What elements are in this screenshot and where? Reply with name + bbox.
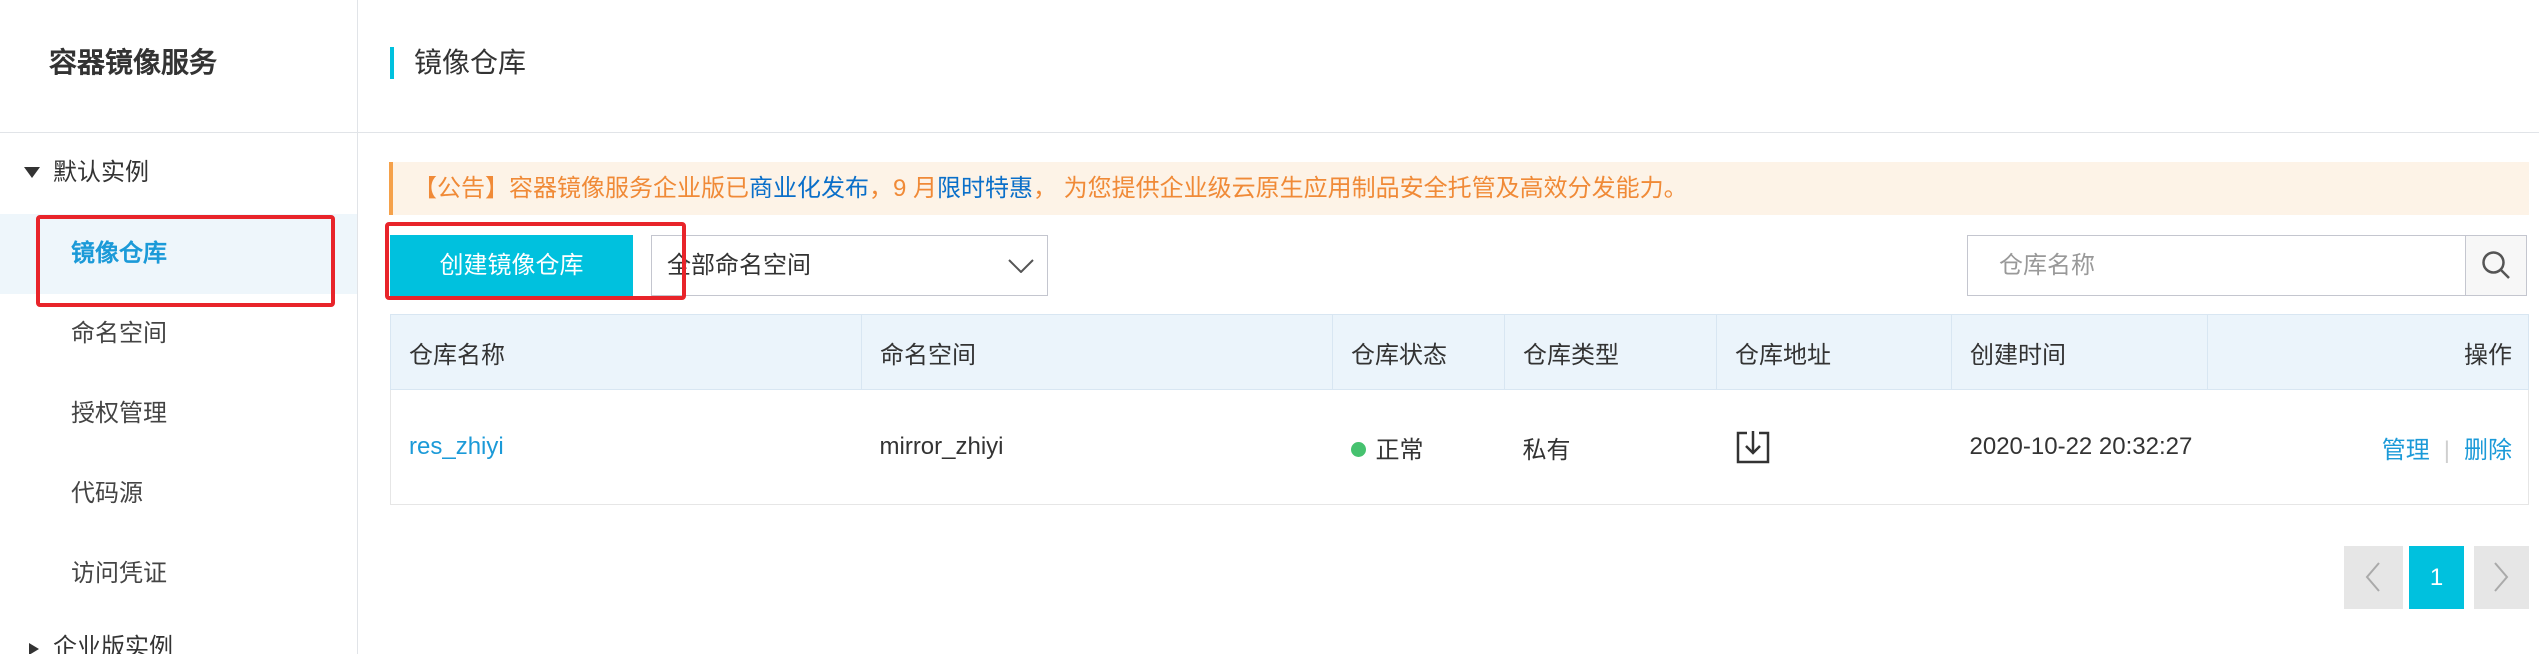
repository-table: 仓库名称 命名空间 仓库状态 仓库类型 仓库地址 创建时间 操作 res_zhi…: [390, 314, 2529, 505]
sidebar-item-namespaces[interactable]: 命名空间: [0, 294, 357, 374]
manage-link[interactable]: 管理: [2382, 437, 2430, 464]
instance-group-label: 默认实例: [53, 159, 149, 186]
cell-repository-name: res_zhiyi: [390, 389, 862, 505]
cell-type: 私有: [1504, 389, 1717, 505]
sidebar-item-authorization[interactable]: 授权管理: [0, 374, 357, 454]
status-ok-dot: [1350, 441, 1366, 457]
instance-group-label: 企业版实例: [53, 634, 173, 654]
search-icon: [2482, 251, 2510, 279]
cell-actions: 管理 | 删除: [2207, 389, 2529, 505]
column-header-created-at: 创建时间: [1951, 314, 2208, 390]
status-text: 正常: [1375, 436, 1424, 464]
cell-created-at: 2020-10-22 20:32:27: [1951, 389, 2208, 505]
namespace-select[interactable]: 全部命名空间: [651, 235, 1048, 296]
namespace-select-value: 全部命名空间: [667, 252, 811, 279]
download-icon[interactable]: [1735, 429, 1771, 465]
column-header-repository-name: 仓库名称: [390, 314, 862, 390]
sidebar-item-access-credentials[interactable]: 访问凭证: [0, 534, 357, 614]
product-title: 容器镜像服务: [49, 47, 218, 78]
pagination-page-current[interactable]: 1: [2409, 546, 2464, 609]
caret-down-icon: [24, 167, 40, 178]
column-header-actions: 操作: [2207, 314, 2529, 390]
column-header-type: 仓库类型: [1504, 314, 1717, 390]
pagination-next-button[interactable]: [2474, 546, 2529, 609]
column-header-status: 仓库状态: [1332, 314, 1505, 390]
cell-status: 正常: [1332, 389, 1505, 505]
sidebar-item-label: 访问凭证: [71, 560, 167, 587]
announcement-banner: 【公告】容器镜像服务企业版已商业化发布，9 月限时特惠， 为您提供企业级云原生应…: [389, 162, 2529, 215]
title-accent-bar: [390, 47, 394, 79]
sidebar-item-code-source[interactable]: 代码源: [0, 454, 357, 534]
pagination-prev-button[interactable]: [2344, 546, 2403, 609]
sidebar-item-label: 授权管理: [71, 400, 167, 427]
sidebar-header: 容器镜像服务: [0, 0, 357, 133]
column-header-namespace: 命名空间: [861, 314, 1333, 390]
repository-search-input[interactable]: [1967, 235, 2466, 296]
cell-namespace: mirror_zhiyi: [861, 389, 1333, 505]
page-title: 镜像仓库: [414, 47, 527, 78]
delete-link[interactable]: 删除: [2464, 437, 2512, 464]
repository-name-link[interactable]: res_zhiyi: [409, 433, 504, 460]
chevron-left-icon: [2365, 562, 2380, 592]
page-header: 镜像仓库: [358, 0, 2539, 133]
sidebar: 容器镜像服务 默认实例 镜像仓库 命名空间 授权管理 代码源 访问凭证 企业版实…: [0, 0, 358, 654]
sidebar-item-label: 镜像仓库: [71, 240, 167, 267]
chevron-down-icon: [1008, 259, 1034, 273]
create-repository-button[interactable]: 创建镜像仓库: [390, 235, 633, 296]
search-button[interactable]: [2465, 235, 2527, 296]
instance-group-enterprise[interactable]: 企业版实例: [0, 614, 357, 654]
main-content: 镜像仓库 【公告】容器镜像服务企业版已商业化发布，9 月限时特惠， 为您提供企业…: [358, 0, 2539, 654]
announcement-text: ，9 月: [869, 175, 938, 202]
instance-group-default[interactable]: 默认实例: [0, 145, 357, 201]
table-row: res_zhiyi mirror_zhiyi 正常 私有 2020-10-22 …: [390, 389, 2529, 505]
cell-address: [1716, 389, 1952, 505]
announcement-promo-link[interactable]: 限时特惠: [937, 175, 1033, 202]
announcement-text: 【公告】容器镜像服务企业版已: [413, 175, 749, 202]
announcement-text: ， 为您提供企业级云原生应用制品安全托管及高效分发能力。: [1033, 175, 1688, 202]
chevron-right-icon: [2494, 562, 2509, 592]
announcement-release-link[interactable]: 商业化发布: [749, 175, 869, 202]
table-header-row: 仓库名称 命名空间 仓库状态 仓库类型 仓库地址 创建时间 操作: [390, 314, 2529, 390]
sidebar-item-label: 代码源: [71, 480, 143, 507]
column-header-address: 仓库地址: [1716, 314, 1952, 390]
caret-right-icon: [29, 643, 39, 654]
sidebar-item-repositories[interactable]: 镜像仓库: [0, 214, 357, 294]
sidebar-item-label: 命名空间: [71, 320, 167, 347]
action-separator: |: [2443, 436, 2450, 464]
